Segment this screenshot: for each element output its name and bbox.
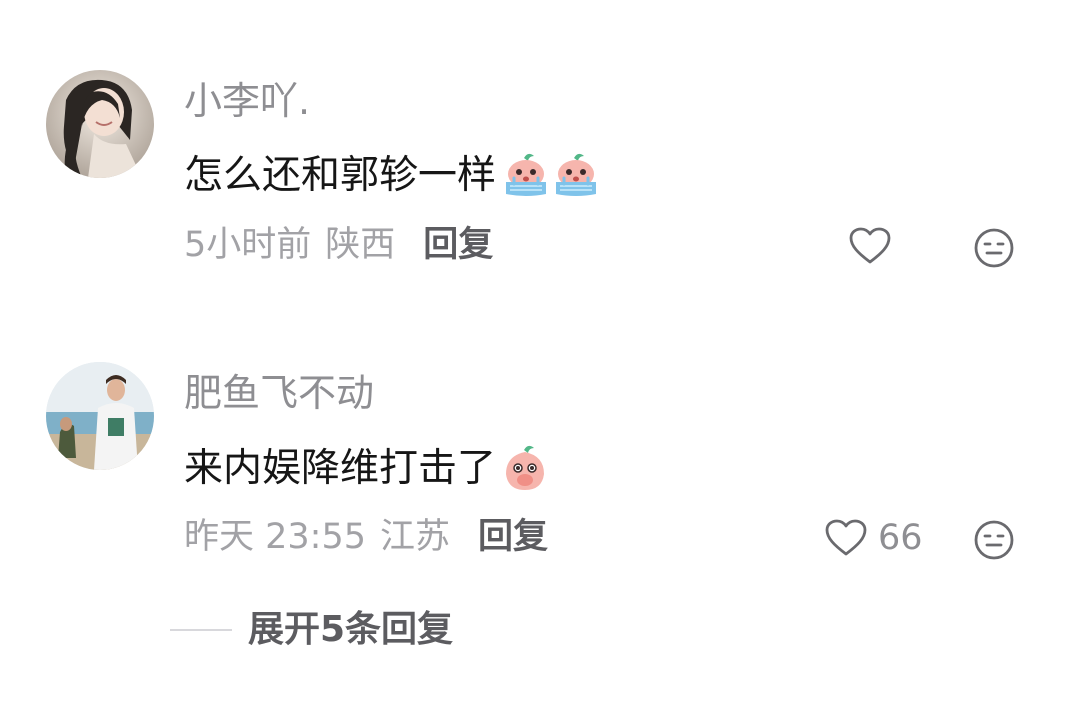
avatar[interactable] [46,362,154,470]
expand-replies-button[interactable]: 展开5条回复 [170,612,453,648]
expand-replies-label: 展开5条回复 [248,609,454,650]
timestamp: 昨天 23:55 [184,517,366,557]
like-button[interactable]: 66 [824,518,923,558]
comment-meta: 昨天 23:55 江苏 回复 [184,520,548,555]
covering-mouth-peach-emoji [506,445,545,490]
comment-item: 肥鱼飞不动 来内娱降维打击了 昨天 23:55 江苏 回复 66 [0,0,1080,560]
heart-outline-icon [825,519,867,556]
like-count: 66 [878,517,923,558]
emoji-group [500,444,548,492]
location: 江苏 [380,517,451,557]
neutral-face-icon [974,520,1014,560]
comment-text: 来内娱降维打击了 [184,444,548,492]
username[interactable]: 肥鱼飞不动 [184,374,374,412]
comment-text-body: 来内娱降维打击了 [184,445,497,491]
dislike-button[interactable] [973,519,1015,561]
reply-button[interactable]: 回复 [478,520,548,555]
divider [170,629,232,631]
comment-section: 小李吖. 怎么还和郭轸一样 5小时前 陕西 回复 肥鱼飞不动 来内娱降维打击了 … [0,0,1080,720]
